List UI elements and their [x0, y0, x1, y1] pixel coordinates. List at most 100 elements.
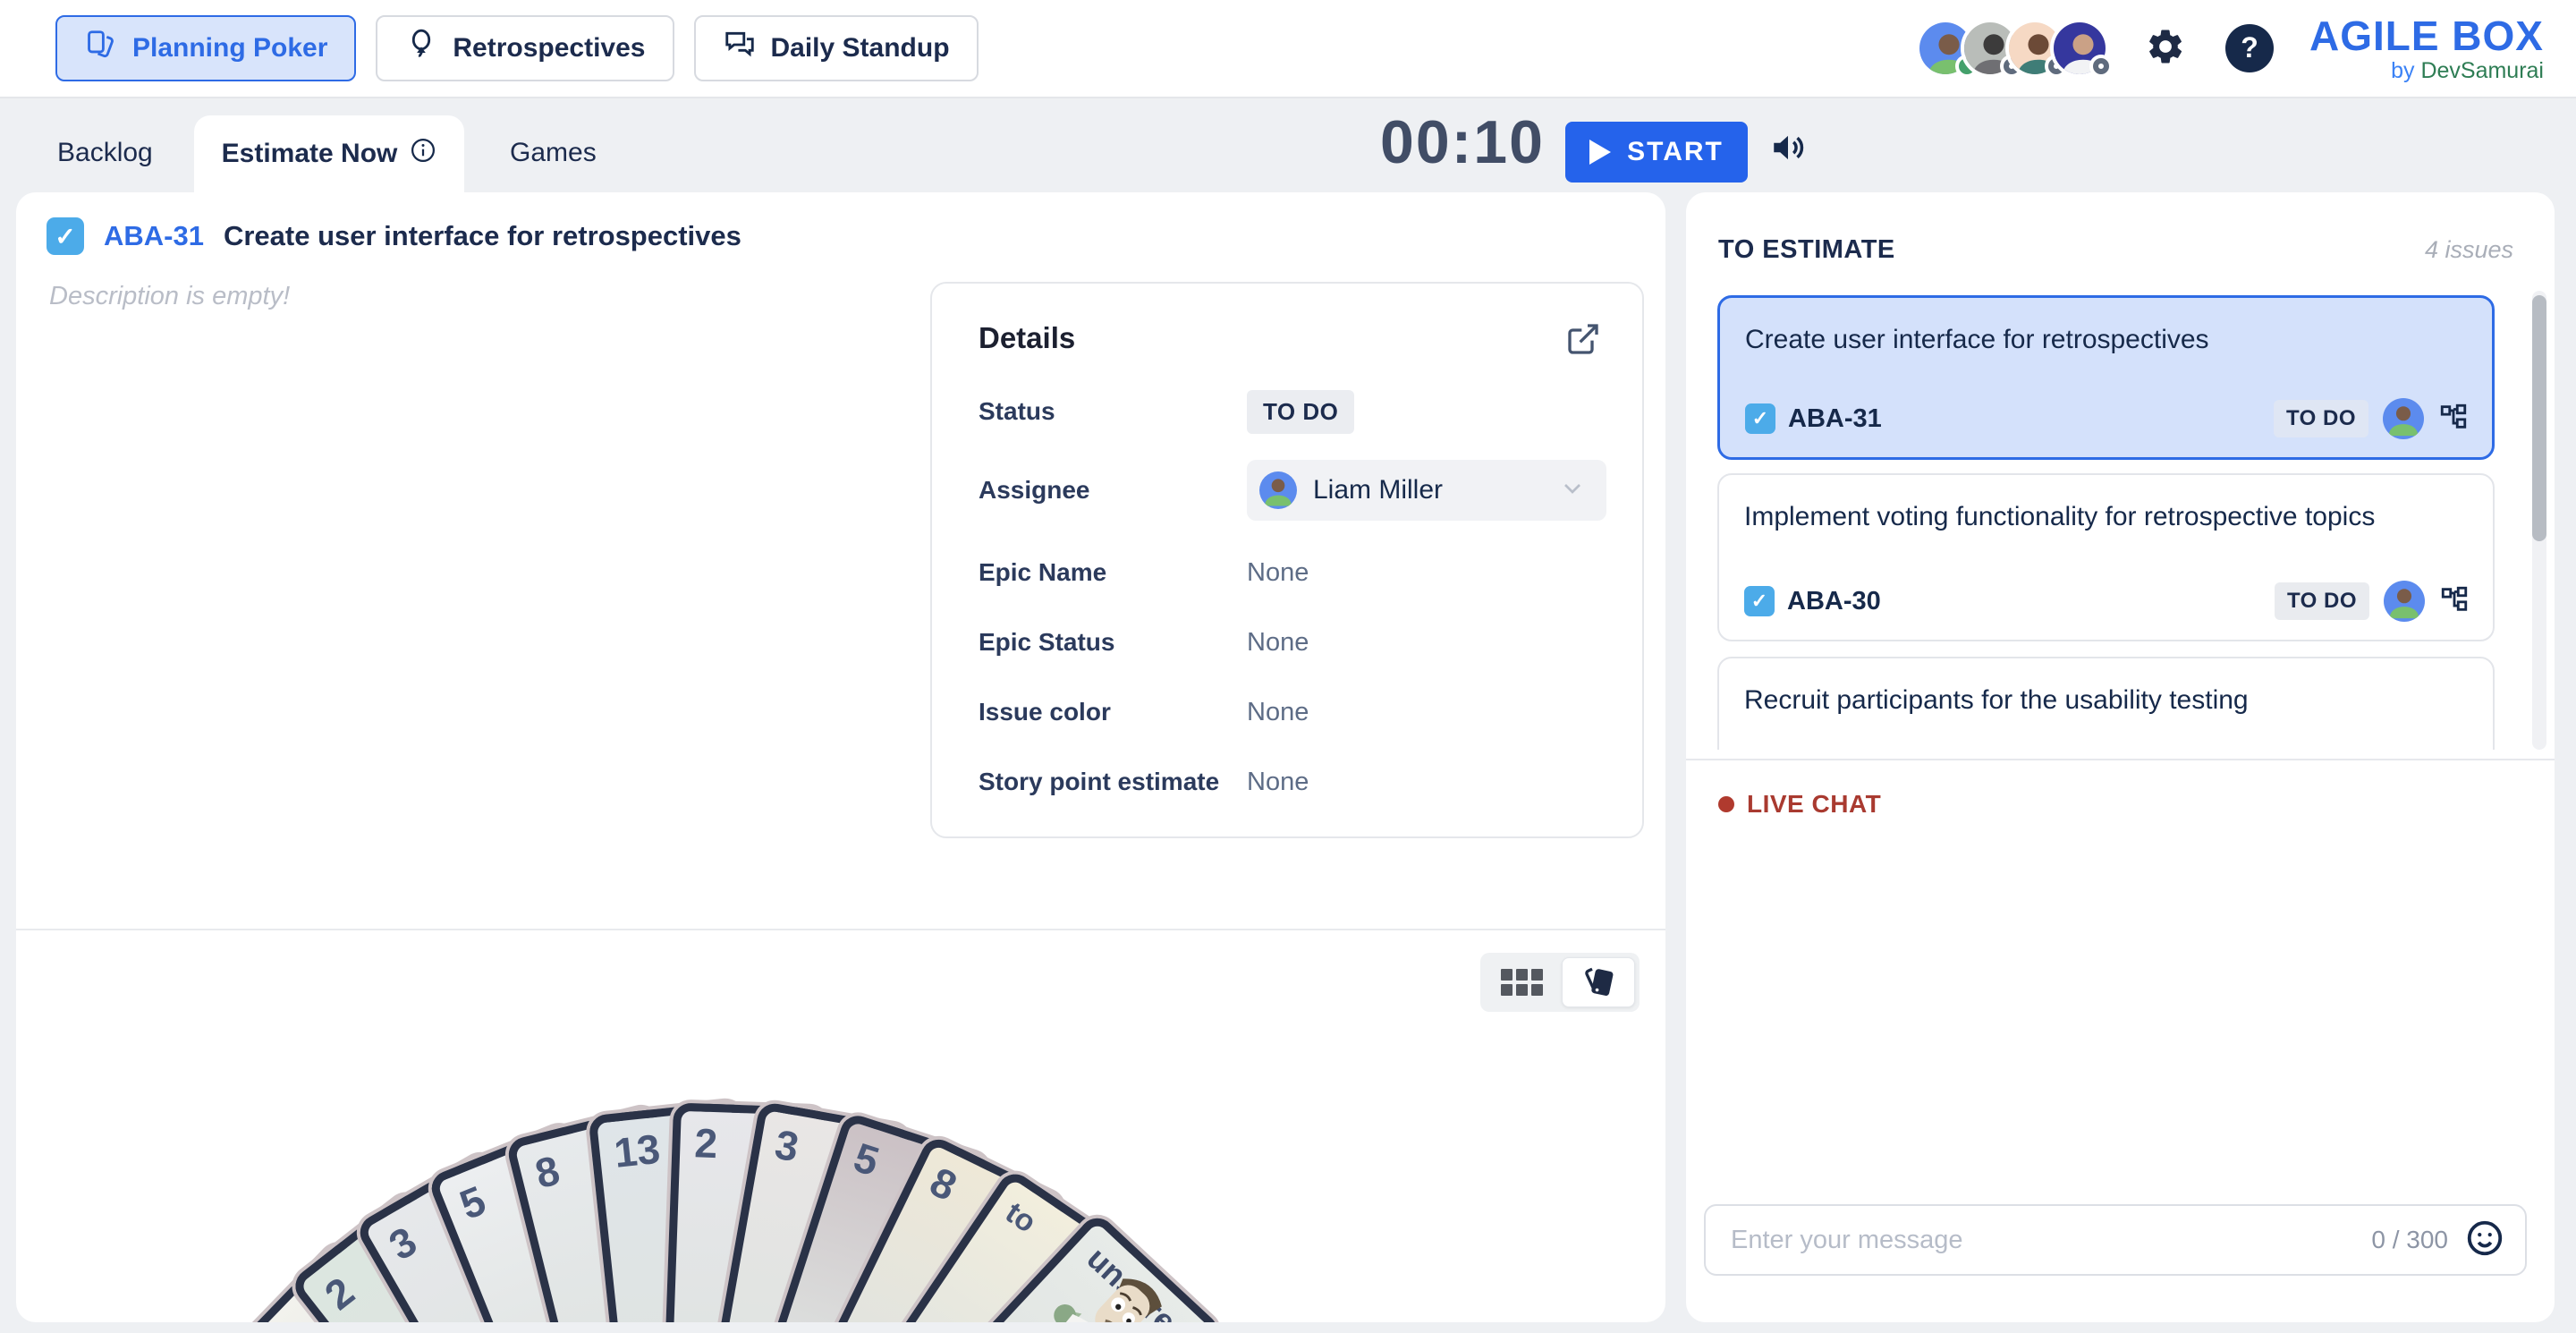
nav-label: Planning Poker	[132, 33, 327, 64]
fan-view-button[interactable]	[1562, 957, 1635, 1007]
assignee-avatar	[2384, 581, 2425, 622]
app-logo: AGILE BOX by DevSamurai	[2309, 14, 2544, 83]
deck-view-toggle	[1480, 953, 1640, 1012]
speaker-icon	[1769, 129, 1807, 169]
detail-value: None	[1247, 698, 1309, 727]
settings-button[interactable]	[2145, 26, 2186, 70]
detail-label: Epic Name	[979, 558, 1247, 587]
participant-avatars	[1916, 19, 2109, 78]
sound-toggle-button[interactable]	[1769, 129, 1807, 169]
status-offline-dot	[2089, 55, 2113, 78]
cards-fan-icon	[1579, 962, 1618, 1004]
live-chat-header: LIVE CHAT	[1718, 790, 1881, 819]
issues-list: Create user interface for retrospectives…	[1717, 291, 2495, 750]
issues-scrollbar	[2532, 291, 2546, 750]
nav-label: Daily Standup	[771, 33, 950, 64]
live-dot-icon	[1718, 796, 1734, 812]
top-bar: Planning Poker Retrospectives Daily Stan…	[0, 0, 2576, 98]
logo-brand: DevSamurai	[2420, 58, 2544, 83]
task-checkbox-icon: ✓	[1745, 403, 1775, 434]
logo-title: AGILE BOX	[2309, 14, 2544, 57]
chat-message-input[interactable]	[1731, 1226, 2371, 1255]
avatar[interactable]	[2050, 19, 2109, 78]
chat-bubbles-icon	[723, 28, 757, 69]
detail-label: Story point estimate	[979, 768, 1247, 796]
detail-value: None	[1247, 768, 1309, 797]
detail-row-epic-status: Epic Status None	[979, 622, 1606, 663]
detail-row-epic-name: Epic Name None	[979, 552, 1606, 593]
grid-icon	[1501, 969, 1543, 996]
issue-key[interactable]: ABA-31	[104, 220, 204, 252]
planning-poker-icon	[84, 28, 118, 69]
detail-value: None	[1247, 628, 1309, 658]
workflow-tree-icon[interactable]	[2438, 402, 2469, 437]
issue-description-placeholder: Description is empty!	[49, 282, 290, 311]
issue-header: ✓ ABA-31 Create user interface for retro…	[47, 217, 741, 255]
detail-row-assignee: Assignee Liam Miller	[979, 459, 1606, 522]
estimate-main-panel: ✓ ABA-31 Create user interface for retro…	[16, 192, 1665, 1322]
play-icon	[1589, 140, 1611, 165]
nav-planning-poker-button[interactable]: Planning Poker	[55, 15, 356, 81]
status-badge: TO DO	[1247, 390, 1354, 434]
issue-card-aba-31[interactable]: Create user interface for retrospectives…	[1717, 295, 2495, 460]
tab-estimate-now[interactable]: Estimate Now	[194, 115, 464, 192]
nav-daily-standup-button[interactable]: Daily Standup	[694, 15, 979, 81]
help-button[interactable]: ?	[2225, 24, 2274, 72]
issue-card-clipped[interactable]: Recruit participants for the usability t…	[1717, 657, 2495, 750]
status-badge: TO DO	[2275, 582, 2369, 620]
tab-backlog[interactable]: Backlog	[57, 138, 153, 168]
assignee-select[interactable]: Liam Miller	[1247, 460, 1606, 521]
chevron-down-icon	[1558, 474, 1587, 507]
section-divider	[16, 929, 1665, 930]
detail-value: None	[1247, 558, 1309, 588]
task-checkbox-icon[interactable]: ✓	[47, 217, 84, 255]
live-chat-title: LIVE CHAT	[1747, 790, 1881, 819]
detail-label: Epic Status	[979, 628, 1247, 657]
workflow-tree-icon[interactable]	[2439, 584, 2470, 619]
tab-label: Estimate Now	[222, 139, 398, 169]
issue-title: Create user interface for retrospectives	[224, 220, 741, 252]
nav-label: Retrospectives	[453, 33, 645, 64]
balloon-icon	[404, 28, 438, 69]
issue-card-title: Recruit participants for the usability t…	[1744, 685, 2249, 716]
tab-games[interactable]: Games	[510, 138, 597, 168]
emoji-smiley-icon[interactable]	[2464, 1218, 2505, 1263]
detail-row-status: Status TO DO	[979, 391, 1606, 432]
nav-retrospectives-button[interactable]: Retrospectives	[376, 15, 674, 81]
start-label: START	[1627, 137, 1724, 167]
task-checkbox-icon: ✓	[1744, 586, 1775, 616]
assignee-avatar	[1259, 471, 1297, 509]
detail-row-issue-color: Issue color None	[979, 692, 1606, 733]
issue-card-key: ABA-30	[1787, 587, 1881, 616]
gear-icon	[2145, 26, 2186, 70]
scrollbar-thumb[interactable]	[2532, 295, 2546, 541]
to-estimate-header: TO ESTIMATE 4 issues	[1718, 235, 2513, 265]
detail-label: Issue color	[979, 698, 1247, 726]
countdown-timer: 00:10	[1380, 107, 1545, 177]
status-badge: TO DO	[2274, 400, 2368, 437]
to-estimate-title: TO ESTIMATE	[1718, 235, 1895, 265]
assignee-name: Liam Miller	[1313, 475, 1443, 505]
open-in-new-icon[interactable]	[1565, 321, 1601, 361]
tab-bar: Backlog Estimate Now Games 00:10 START	[0, 100, 2576, 192]
chat-input-container: 0 / 300	[1704, 1204, 2527, 1276]
details-title: Details	[979, 321, 1075, 355]
issue-card-title: Implement voting functionality for retro…	[1744, 502, 2375, 532]
detail-label: Status	[979, 397, 1247, 426]
top-bar-right: ? AGILE BOX by DevSamurai	[1916, 14, 2544, 83]
details-panel: Details Status TO DO Assignee Liam Mille…	[930, 282, 1644, 838]
start-button[interactable]: START	[1565, 122, 1748, 183]
detail-row-story-point: Story point estimate None	[979, 761, 1606, 802]
detail-label: Assignee	[979, 476, 1247, 505]
grid-view-button[interactable]	[1485, 957, 1558, 1007]
issues-count: 4 issues	[2425, 236, 2513, 264]
logo-by: by	[2391, 58, 2414, 83]
issue-card-key: ABA-31	[1788, 404, 1882, 434]
char-counter: 0 / 300	[2371, 1226, 2448, 1254]
issue-card-aba-30[interactable]: Implement voting functionality for retro…	[1717, 473, 2495, 641]
issue-card-title: Create user interface for retrospectives	[1745, 325, 2209, 355]
question-mark-icon: ?	[2241, 31, 2258, 64]
sidebar-divider	[1686, 759, 2555, 760]
info-icon[interactable]	[410, 137, 436, 171]
assignee-avatar	[2383, 398, 2424, 439]
